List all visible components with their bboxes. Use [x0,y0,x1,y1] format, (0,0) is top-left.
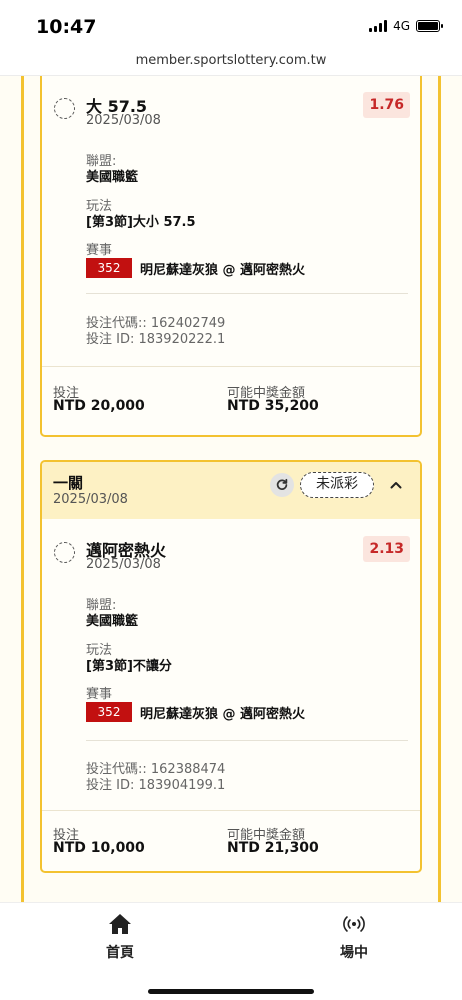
home-icon [109,914,131,934]
status-indicators: 4G [369,19,443,33]
right-rail [438,76,441,902]
nav-live[interactable]: 場中 [324,913,384,962]
status-bar: 10:47 4G [0,0,462,48]
select-radio[interactable] [54,98,75,119]
event-row: 352 明尼蘇達灰狼 @ 邁阿密熱火 [86,702,305,722]
nav-home[interactable]: 首頁 [90,913,150,962]
bottom-nav: 首頁 場中 [0,902,462,1000]
odds-badge: 1.76 [363,92,410,118]
chevron-up-icon[interactable] [388,477,404,493]
refresh-button[interactable] [270,473,294,497]
bet-date: 2025/03/08 [53,492,128,507]
league-value: 美國職籃 [86,170,139,185]
url-bar[interactable]: member.sportslottery.com.tw [0,48,462,76]
event-label: 賽事 [86,687,113,702]
payout-amount: NTD 35,200 [227,398,319,414]
payout-amount: NTD 21,300 [227,840,319,856]
bet-card-header[interactable]: 一關 2025/03/08 未派彩 [42,462,420,519]
event-row: 352 明尼蘇達灰狼 @ 邁阿密熱火 [86,258,305,278]
live-broadcast-icon [343,916,365,932]
footer-divider [42,810,420,811]
nav-live-label: 場中 [340,945,368,961]
bet-history-content[interactable]: 大 57.5 2025/03/08 1.76 聯盟: 美國職籃 玩法 [第3節]… [0,76,462,902]
selection-date: 2025/03/08 [86,113,161,128]
bet-type-title: 一關 [53,474,84,492]
event-number-badge: 352 [86,258,132,278]
stake-amount: NTD 10,000 [53,840,145,856]
bet-card: 一關 2025/03/08 未派彩 邁阿密熱火 2025/03/08 2.13 … [40,460,422,873]
event-label: 賽事 [86,243,113,258]
signal-icon [369,20,388,32]
selection-date: 2025/03/08 [86,557,161,572]
event-number-badge: 352 [86,702,132,722]
left-rail [21,76,24,902]
refresh-icon [276,478,288,490]
bet-card: 大 57.5 2025/03/08 1.76 聯盟: 美國職籃 玩法 [第3節]… [40,76,422,437]
bet-id: 投注 ID: 183920222.1 [86,332,226,347]
play-value: [第3節]大小 57.5 [86,215,196,230]
bet-id: 投注 ID: 183904199.1 [86,778,226,793]
divider [86,293,408,294]
event-name: 明尼蘇達灰狼 @ 邁阿密熱火 [140,706,306,722]
footer-divider [42,366,420,367]
play-value: [第3節]不讓分 [86,659,172,674]
battery-icon [416,20,443,32]
event-name: 明尼蘇達灰狼 @ 邁阿密熱火 [140,262,306,278]
select-radio[interactable] [54,542,75,563]
clock: 10:47 [36,16,97,38]
odds-badge: 2.13 [363,536,410,562]
payout-status-badge: 未派彩 [300,472,374,498]
network-type: 4G [393,19,410,33]
home-indicator [148,989,314,994]
nav-home-label: 首頁 [106,945,134,961]
stake-amount: NTD 20,000 [53,398,145,414]
divider [86,740,408,741]
league-value: 美國職籃 [86,614,139,629]
